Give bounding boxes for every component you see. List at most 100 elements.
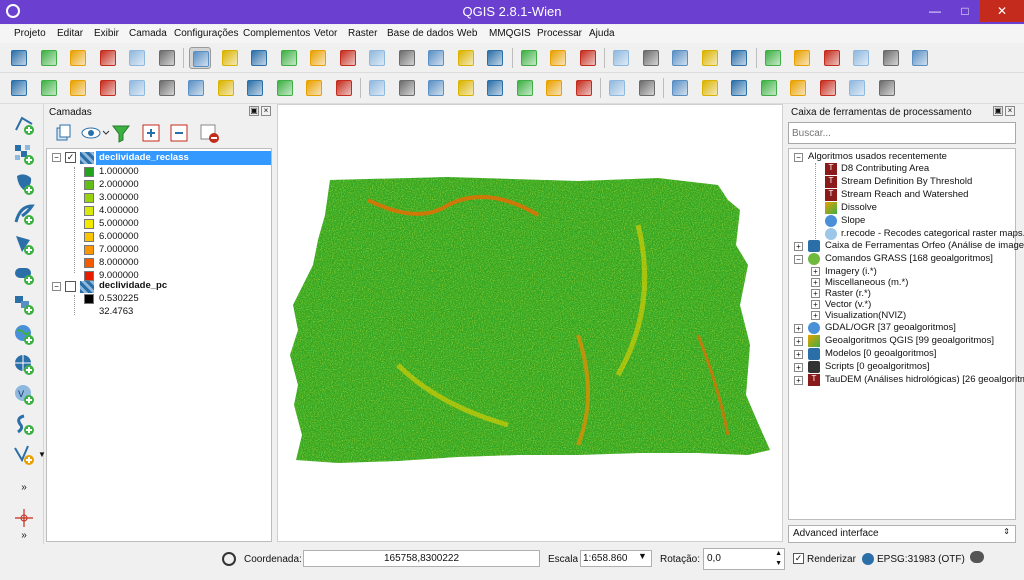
- add-delimited-text-layer-icon[interactable]: [12, 412, 36, 436]
- tree-collapse-toggle[interactable]: −: [794, 153, 803, 162]
- menu-projeto[interactable]: Projeto: [14, 28, 46, 39]
- node-tool-icon[interactable]: [156, 77, 178, 99]
- zoom-to-layer-icon[interactable]: [396, 47, 418, 69]
- label-move-icon[interactable]: [455, 77, 477, 99]
- messages-icon[interactable]: [970, 551, 984, 563]
- provider-group[interactable]: Modelos [0 geoalgoritmos]: [825, 348, 936, 359]
- redo-icon[interactable]: [333, 77, 355, 99]
- open-project-icon[interactable]: [38, 47, 60, 69]
- panel-float-icon[interactable]: ▣: [249, 106, 259, 116]
- recent-algorithm-item[interactable]: Slope: [841, 215, 865, 226]
- recent-algorithm-item[interactable]: Dissolve: [841, 202, 877, 213]
- provider-group[interactable]: Comandos GRASS [168 geoalgoritmos]: [825, 253, 993, 264]
- provider-subgroup[interactable]: Vector (v.*): [825, 299, 871, 310]
- digitize-crosshair-icon[interactable]: [12, 506, 36, 530]
- spin-arrows-icon[interactable]: ▲ ▼: [775, 549, 782, 569]
- scale-dropdown-icon[interactable]: ▼: [634, 551, 651, 566]
- measure-angle-icon[interactable]: [876, 77, 898, 99]
- maximize-button[interactable]: □: [950, 0, 980, 22]
- tree-expand-toggle[interactable]: +: [794, 363, 803, 372]
- minimize-button[interactable]: —: [920, 0, 950, 22]
- new-project-icon[interactable]: [8, 47, 30, 69]
- edit-pencil-icon[interactable]: [38, 77, 60, 99]
- delete-selected-icon[interactable]: [185, 77, 207, 99]
- new-shapefile-layer-icon[interactable]: ▼: [12, 442, 46, 466]
- show-bookmarks-icon[interactable]: [821, 47, 843, 69]
- tree-expand-toggle[interactable]: +: [811, 278, 820, 287]
- deselect-icon[interactable]: [610, 47, 632, 69]
- recent-algorithms-header[interactable]: Algoritmos usados recentemente: [808, 151, 947, 162]
- render-checkbox[interactable]: ✓: [793, 553, 804, 564]
- layer-collapse-toggle[interactable]: −: [52, 282, 61, 291]
- crs-status[interactable]: EPSG:31983 (OTF): [877, 554, 965, 565]
- menu-raster[interactable]: Raster: [348, 28, 377, 39]
- tree-expand-toggle[interactable]: +: [811, 300, 820, 309]
- zoom-next-icon[interactable]: [455, 47, 477, 69]
- zoom-native-icon[interactable]: [337, 47, 359, 69]
- manage-visibility-icon[interactable]: [80, 122, 110, 144]
- new-bookmark-icon[interactable]: [791, 47, 813, 69]
- label-icon[interactable]: [366, 77, 388, 99]
- select-icon[interactable]: [577, 47, 599, 69]
- menu-ajuda[interactable]: Ajuda: [589, 28, 615, 39]
- undo-icon[interactable]: [303, 77, 325, 99]
- dropdown-arrow-icon[interactable]: ▼: [38, 450, 46, 459]
- raster-calc-icon[interactable]: [669, 77, 691, 99]
- menu-configuracoes[interactable]: Configurações: [174, 28, 238, 39]
- menu-processar[interactable]: Processar: [537, 28, 582, 39]
- add-db2-layer-icon[interactable]: [12, 292, 36, 316]
- tree-expand-toggle[interactable]: +: [811, 267, 820, 276]
- panel-close-icon[interactable]: ×: [1005, 106, 1015, 116]
- expand-toolbar-icon[interactable]: »: [12, 482, 36, 506]
- recent-algorithm-item[interactable]: r.recode - Recodes categorical raster ma…: [841, 228, 1024, 239]
- raster-align-icon[interactable]: [699, 77, 721, 99]
- copy-features-icon[interactable]: [244, 77, 266, 99]
- provider-group[interactable]: Scripts [0 geoalgoritmos]: [825, 361, 930, 372]
- interface-mode-select[interactable]: Advanced interface ⇕: [788, 525, 1016, 543]
- recent-algorithm-item[interactable]: Stream Definition By Threshold: [841, 176, 972, 187]
- layer-collapse-toggle[interactable]: −: [52, 153, 61, 162]
- expand-all-icon[interactable]: [140, 122, 162, 144]
- vector-edit-icon[interactable]: [758, 77, 780, 99]
- tree-collapse-toggle[interactable]: −: [794, 255, 803, 264]
- save-as-icon[interactable]: [97, 47, 119, 69]
- add-wfs-layer-icon[interactable]: V: [12, 382, 36, 406]
- menu-complementos[interactable]: Complementos: [243, 28, 310, 39]
- digitize-icon[interactable]: [8, 77, 30, 99]
- add-feature-icon[interactable]: [97, 77, 119, 99]
- add-postgis-layer-icon[interactable]: [12, 172, 36, 196]
- menu-mmqgis[interactable]: MMQGIS: [489, 28, 531, 39]
- menu-editar[interactable]: Editar: [57, 28, 83, 39]
- provider-group[interactable]: TauDEM (Análises hidrológicas) [26 geoal…: [825, 374, 1024, 385]
- coordinate-input[interactable]: 165758,8300222: [303, 550, 540, 567]
- label-rotate-icon[interactable]: [484, 77, 506, 99]
- processing-search-input[interactable]: [788, 122, 1016, 144]
- provider-group[interactable]: GDAL/OGR [37 geoalgoritmos]: [825, 322, 956, 333]
- touch-zoom-icon[interactable]: [189, 47, 211, 69]
- recent-algorithm-item[interactable]: Stream Reach and Watershed: [841, 189, 968, 200]
- map-canvas[interactable]: [277, 104, 783, 542]
- layer-name[interactable]: declividade_pc: [99, 280, 167, 291]
- tree-expand-toggle[interactable]: +: [794, 242, 803, 251]
- tree-expand-toggle[interactable]: +: [811, 289, 820, 298]
- expression-icon[interactable]: [640, 47, 662, 69]
- label-pin-icon[interactable]: [396, 77, 418, 99]
- close-button[interactable]: ✕: [980, 0, 1024, 22]
- refresh-icon[interactable]: [484, 47, 506, 69]
- menu-web[interactable]: Web: [457, 28, 477, 39]
- new-print-composer-icon[interactable]: [126, 47, 148, 69]
- panel-close-icon[interactable]: ×: [261, 106, 271, 116]
- label-change-icon[interactable]: [514, 77, 536, 99]
- tree-expand-toggle[interactable]: +: [794, 376, 803, 385]
- move-feature-icon[interactable]: [126, 77, 148, 99]
- collapse-all-icon[interactable]: [168, 122, 190, 144]
- statistics-icon[interactable]: [699, 47, 721, 69]
- attribute-table-icon[interactable]: [669, 47, 691, 69]
- provider-subgroup[interactable]: Raster (r.*): [825, 288, 871, 299]
- help-icon[interactable]: [880, 47, 902, 69]
- zoom-last-icon[interactable]: [425, 47, 447, 69]
- provider-group[interactable]: Caixa de Ferramentas Orfeo (Análise de i…: [825, 240, 1024, 251]
- recent-algorithm-item[interactable]: D8 Contributing Area: [841, 163, 929, 174]
- filter-legend-icon[interactable]: [110, 122, 132, 144]
- vector-add-icon[interactable]: [728, 77, 750, 99]
